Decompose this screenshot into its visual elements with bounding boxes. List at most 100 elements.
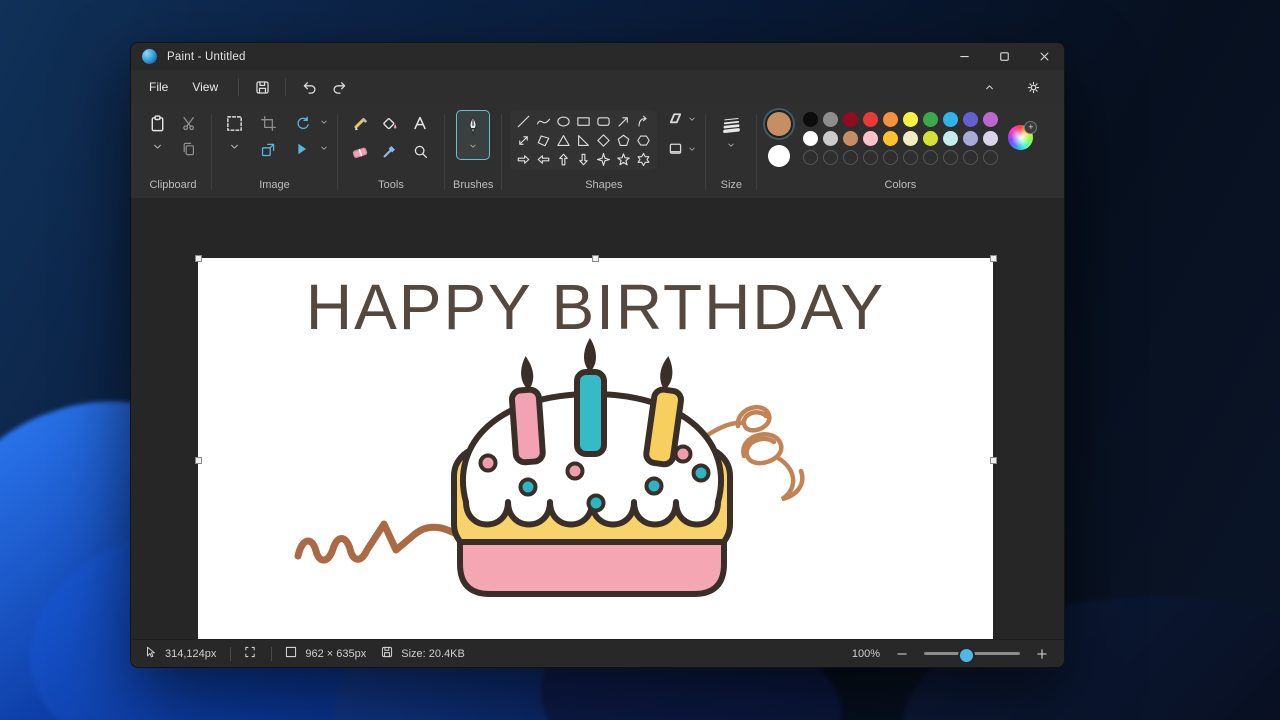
flip-dropdown-chevron[interactable] [319,142,329,156]
palette-swatch-r1c1[interactable] [803,112,818,127]
collapse-ribbon-chevron[interactable] [974,74,1004,100]
close-button[interactable] [1024,43,1064,70]
shape-outline-button[interactable] [667,110,684,130]
palette-empty-slot-6[interactable] [903,150,918,165]
text-tool[interactable] [406,110,434,136]
stroke-size-button[interactable] [714,110,748,156]
palette-swatch-r2c8[interactable] [943,131,958,146]
shape-oval[interactable] [554,112,573,130]
zoom-out-button[interactable] [892,644,912,664]
flip-button[interactable] [288,136,316,162]
zoom-slider-thumb[interactable] [958,647,975,664]
palette-empty-slot-5[interactable] [883,150,898,165]
palette-empty-slot-8[interactable] [943,150,958,165]
shape-arrow-left[interactable] [534,150,553,168]
canvas-handle[interactable] [990,255,997,262]
palette-swatch-r1c7[interactable] [923,112,938,127]
magnifier-tool[interactable] [406,138,434,164]
shape-outline-chevron[interactable] [687,113,697,127]
canvas-handle[interactable] [990,457,997,464]
canvas-handle[interactable] [592,255,599,262]
zoom-slider-track[interactable] [924,652,1020,655]
palette-swatch-r2c9[interactable] [963,131,978,146]
minimize-button[interactable] [944,43,984,70]
canvas-handle[interactable] [195,255,202,262]
select-tool-button[interactable] [220,110,248,136]
statusbar-divider [230,647,231,661]
brushes-button[interactable] [456,110,490,160]
save-button[interactable] [247,74,277,100]
palette-empty-slot-2[interactable] [823,150,838,165]
shape-curved-arrow[interactable] [634,112,653,130]
shape-triangle[interactable] [554,131,573,149]
shape-right-triangle[interactable] [574,131,593,149]
shape-arrow-ne[interactable] [614,112,633,130]
shape-five-point-star[interactable] [614,150,633,168]
menu-view[interactable]: View [180,76,230,98]
copy-button[interactable] [175,136,203,162]
titlebar[interactable]: Paint - Untitled [131,43,1064,70]
settings-gear-icon[interactable] [1018,74,1048,100]
resize-button[interactable] [254,136,282,162]
cut-button[interactable] [175,110,203,136]
shape-pentagon[interactable] [614,131,633,149]
palette-swatch-r1c6[interactable] [903,112,918,127]
palette-swatch-r2c6[interactable] [903,131,918,146]
palette-empty-slot-3[interactable] [843,150,858,165]
drawing-canvas[interactable]: HAPPY BIRTHDAY [198,258,993,662]
palette-swatch-r1c3[interactable] [843,112,858,127]
palette-swatch-r1c5[interactable] [883,112,898,127]
paste-dropdown-chevron[interactable] [144,136,170,156]
palette-swatch-r2c10[interactable] [983,131,998,146]
shape-arrow-down[interactable] [574,150,593,168]
palette-empty-slot-9[interactable] [963,150,978,165]
shape-polygon[interactable] [534,131,553,149]
palette-swatch-r2c4[interactable] [863,131,878,146]
rotate-button[interactable] [288,110,316,136]
palette-swatch-r2c1[interactable] [803,131,818,146]
palette-swatch-r1c10[interactable] [983,112,998,127]
palette-swatch-r2c7[interactable] [923,131,938,146]
fill-tool[interactable] [376,110,404,136]
maximize-button[interactable] [984,43,1024,70]
palette-swatch-r1c4[interactable] [863,112,878,127]
menu-file[interactable]: File [137,76,180,98]
canvas-handle[interactable] [195,457,202,464]
shape-diamond[interactable] [594,131,613,149]
edit-colors-button[interactable]: + [1008,125,1035,152]
crop-button[interactable] [254,110,282,136]
shape-double-arrow[interactable] [514,131,533,149]
shape-six-point-star[interactable] [634,150,653,168]
palette-swatch-r1c9[interactable] [963,112,978,127]
zoom-in-button[interactable] [1032,644,1052,664]
shape-fill-chevron[interactable] [687,143,697,157]
color-picker-tool[interactable] [376,138,404,164]
palette-empty-slot-7[interactable] [923,150,938,165]
shape-arrow-up[interactable] [554,150,573,168]
undo-button[interactable] [294,74,324,100]
paste-button[interactable] [143,110,171,136]
palette-empty-slot-10[interactable] [983,150,998,165]
eraser-tool[interactable] [346,138,374,164]
shape-fill-button[interactable] [667,140,684,160]
palette-swatch-r2c3[interactable] [843,131,858,146]
shape-rounded-rectangle[interactable] [594,112,613,130]
pencil-tool[interactable] [346,110,374,136]
palette-swatch-r1c2[interactable] [823,112,838,127]
palette-swatch-r2c5[interactable] [883,131,898,146]
shape-arrow-right[interactable] [514,150,533,168]
select-dropdown-chevron[interactable] [221,136,247,156]
shape-line[interactable] [514,112,533,130]
background-color-swatch[interactable] [768,145,790,167]
shape-hexagon[interactable] [634,131,653,149]
redo-button[interactable] [324,74,354,100]
rotate-dropdown-chevron[interactable] [319,116,329,130]
palette-swatch-r1c8[interactable] [943,112,958,127]
palette-empty-slot-4[interactable] [863,150,878,165]
palette-swatch-r2c2[interactable] [823,131,838,146]
shape-four-point-star[interactable] [594,150,613,168]
foreground-color-swatch[interactable] [765,110,793,138]
palette-empty-slot-1[interactable] [803,150,818,165]
shape-rectangle[interactable] [574,112,593,130]
shape-curve[interactable] [534,112,553,130]
